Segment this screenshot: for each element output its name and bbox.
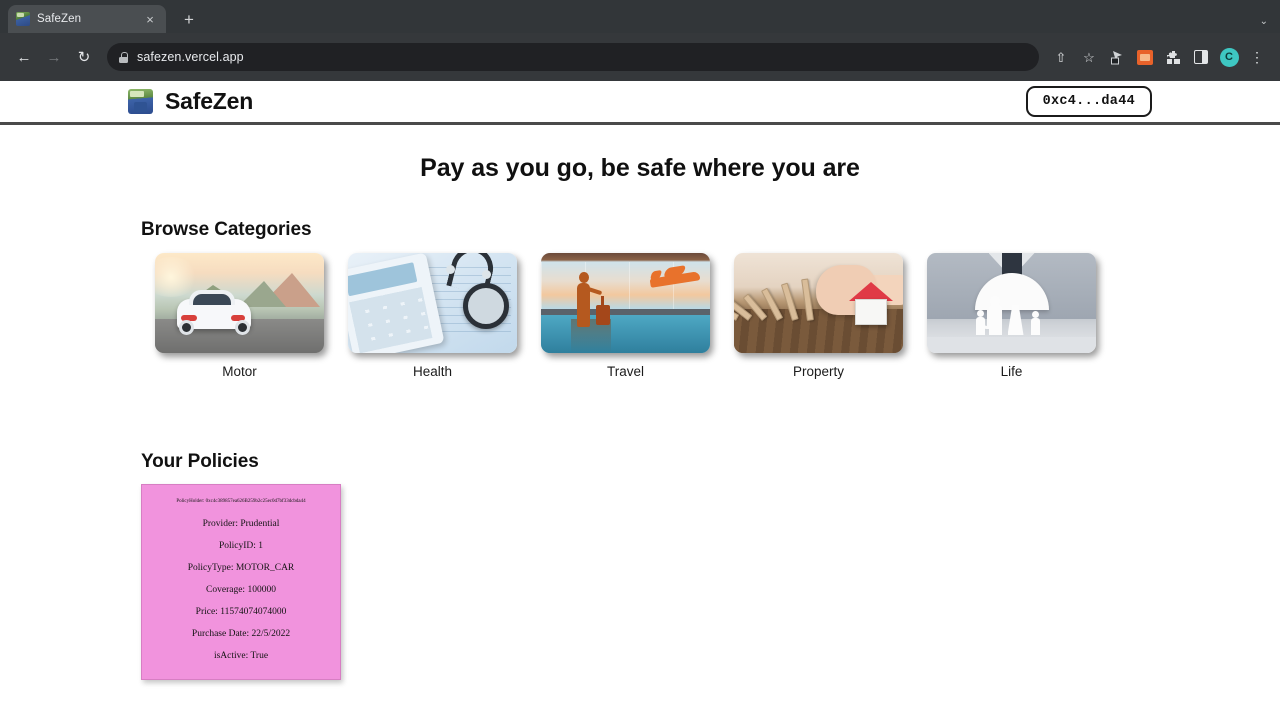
category-list: Motor Health Travel Property Life	[155, 253, 1280, 379]
browser-window: SafeZen × + ⌄ ← → ↻ safezen.vercel.app ⇧…	[0, 0, 1280, 720]
profile-avatar[interactable]: C	[1216, 44, 1242, 70]
category-label: Motor	[222, 364, 257, 379]
back-button[interactable]: ←	[10, 43, 38, 71]
brand-name: SafeZen	[165, 88, 254, 114]
browser-toolbar: ← → ↻ safezen.vercel.app ⇧ ☆ C ⋮	[0, 33, 1280, 81]
your-policies-heading: Your Policies	[141, 451, 259, 472]
policy-purchase-date-text: Purchase Date: 22/5/2022	[191, 629, 291, 639]
wallet-address-button[interactable]: 0xc4...da44	[1025, 86, 1152, 117]
policy-coverage-text: Coverage: 100000	[206, 585, 276, 595]
policy-holder-text: PolicyHolder: 0xc4c389857ea626B259b2c25e…	[176, 499, 306, 504]
tab-title: SafeZen	[37, 13, 82, 25]
browser-tab-safezen[interactable]: SafeZen ×	[8, 5, 166, 33]
travel-category-image	[541, 253, 710, 353]
chevron-down-icon[interactable]: ⌄	[1260, 16, 1268, 27]
policy-type-text: PolicyType: MOTOR_CAR	[187, 563, 295, 573]
category-card-life[interactable]: Life	[927, 253, 1096, 379]
extension-pointer-icon[interactable]	[1104, 44, 1130, 70]
extensions-puzzle-icon[interactable]	[1160, 44, 1186, 70]
close-tab-icon[interactable]: ×	[142, 13, 158, 26]
lock-icon	[119, 51, 128, 63]
safezen-logo-icon	[128, 89, 153, 114]
category-card-health[interactable]: Health	[348, 253, 517, 379]
new-tab-button[interactable]: +	[178, 11, 200, 28]
brand[interactable]: SafeZen	[128, 88, 253, 115]
bookmark-star-icon[interactable]: ☆	[1076, 44, 1102, 70]
category-label: Travel	[606, 364, 644, 379]
page-tagline: Pay as you go, be safe where you are	[420, 154, 860, 182]
property-category-image	[734, 253, 903, 353]
policy-price-text: Price: 11574074074000	[195, 607, 287, 617]
side-panel-icon[interactable]	[1188, 44, 1214, 70]
category-label: Health	[412, 364, 453, 379]
reload-button[interactable]: ↻	[70, 43, 98, 71]
category-label: Property	[792, 364, 845, 379]
forward-button[interactable]: →	[40, 43, 68, 71]
tab-strip: SafeZen × + ⌄	[0, 0, 1280, 33]
category-card-motor[interactable]: Motor	[155, 253, 324, 379]
category-card-travel[interactable]: Travel	[541, 253, 710, 379]
metamask-extension-icon[interactable]	[1132, 44, 1158, 70]
browser-menu-icon[interactable]: ⋮	[1244, 44, 1270, 70]
browse-categories-heading: Browse Categories	[141, 219, 312, 240]
page-viewport: SafeZen 0xc4...da44 Pay as you go, be sa…	[0, 81, 1280, 720]
life-category-image	[927, 253, 1096, 353]
health-category-image	[348, 253, 517, 353]
url-text: safezen.vercel.app	[137, 50, 244, 64]
policy-id-text: PolicyID: 1	[218, 541, 264, 551]
avatar-initial: C	[1219, 47, 1239, 67]
policy-is-active-text: isActive: True	[213, 651, 269, 661]
share-icon[interactable]: ⇧	[1048, 44, 1074, 70]
category-label: Life	[1000, 364, 1023, 379]
motor-category-image	[155, 253, 324, 353]
category-card-property[interactable]: Property	[734, 253, 903, 379]
address-bar[interactable]: safezen.vercel.app	[107, 43, 1039, 71]
safezen-favicon-icon	[16, 12, 30, 26]
site-header: SafeZen 0xc4...da44	[0, 81, 1280, 125]
policy-provider-text: Provider: Prudential	[202, 519, 280, 529]
policy-card[interactable]: PolicyHolder: 0xc4c389857ea626B259b2c25e…	[141, 484, 341, 680]
